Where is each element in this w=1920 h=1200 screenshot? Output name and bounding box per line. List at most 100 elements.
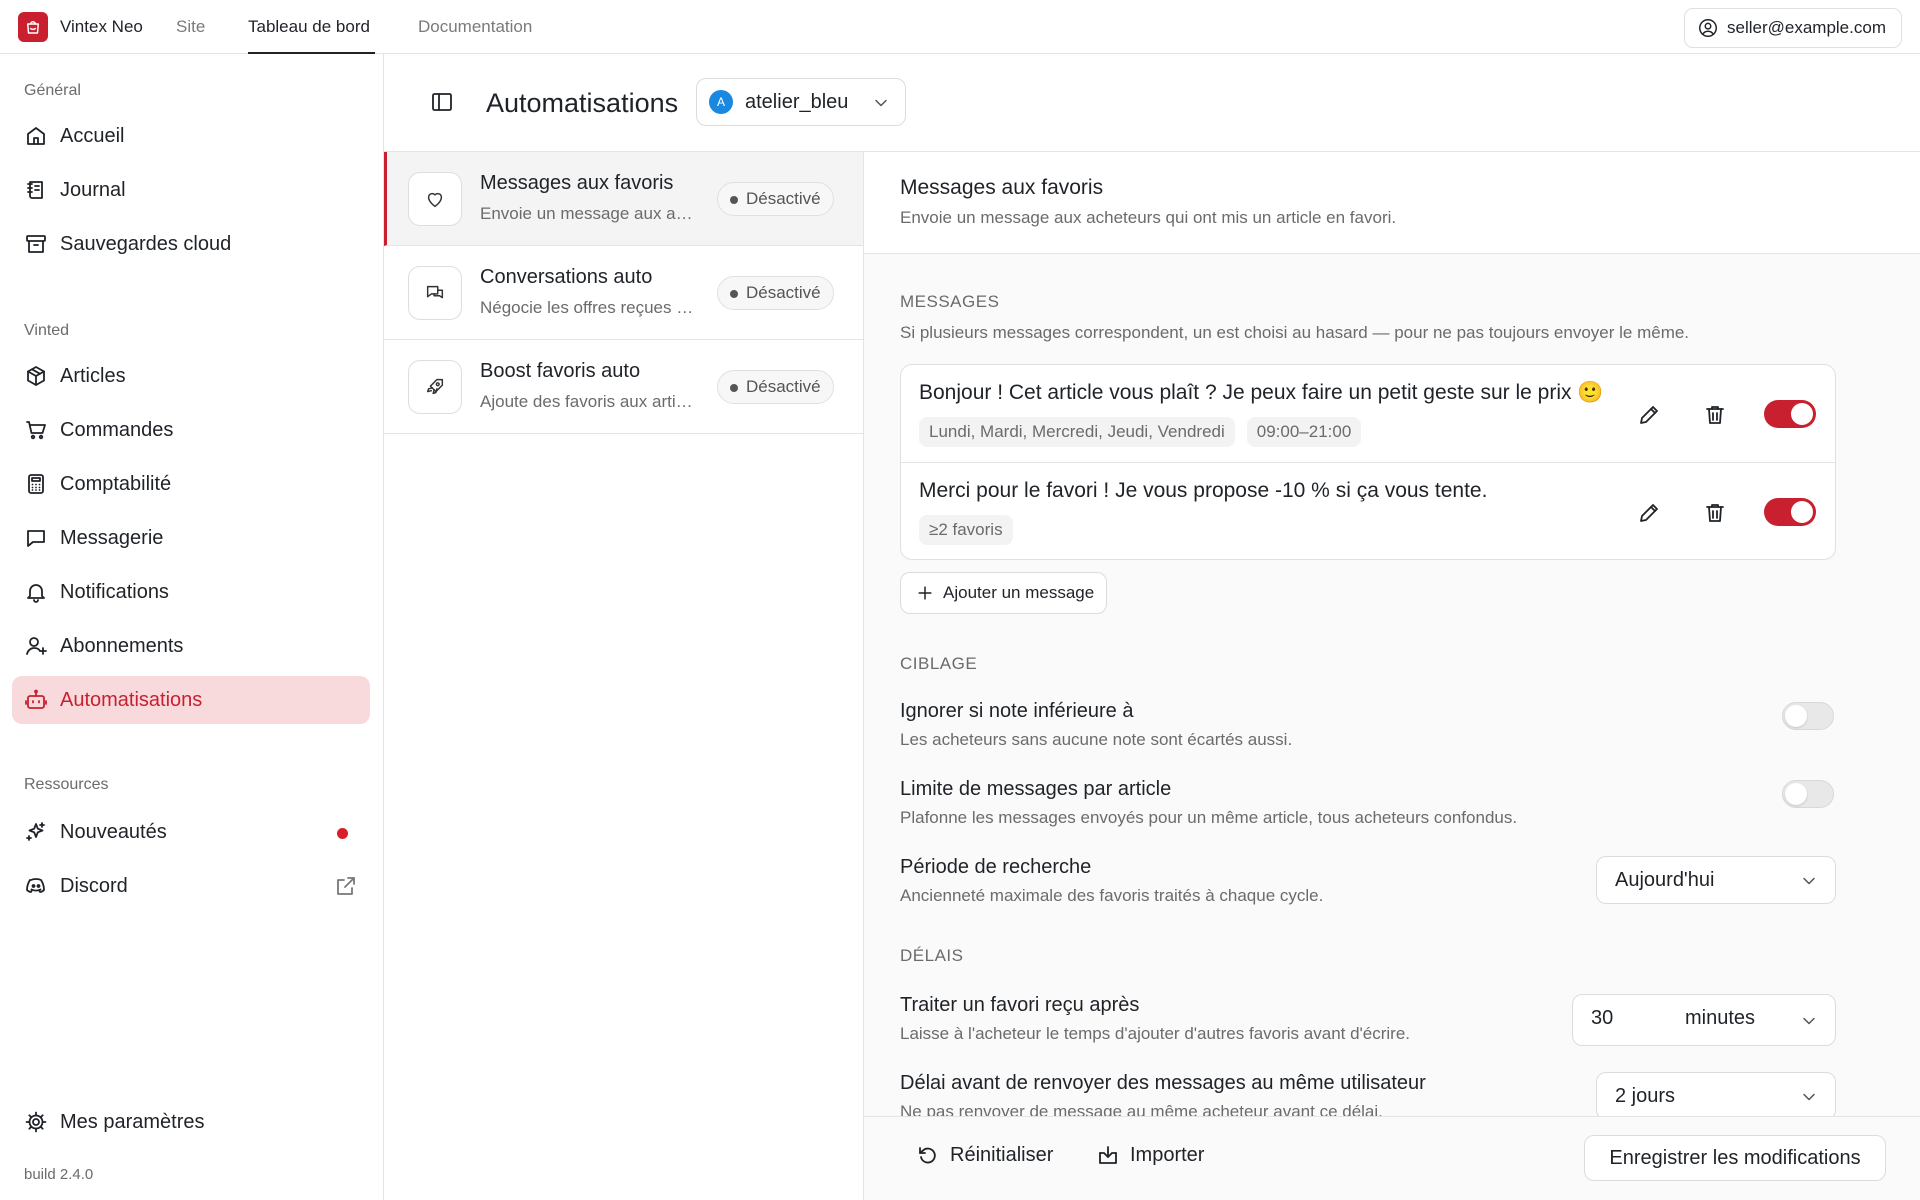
sidebar-item-label: Automatisations: [60, 688, 203, 711]
package-icon: [27, 366, 45, 386]
process-delay-help: Laisse à l'acheteur le temps d'ajouter d…: [900, 1024, 1411, 1043]
resend-delay-select[interactable]: 2 jours: [1596, 1072, 1836, 1116]
account-email: seller@example.com: [1727, 18, 1886, 37]
panel-left-icon: [432, 93, 452, 111]
plus-icon: [918, 586, 932, 600]
brand-name[interactable]: Vintex Neo: [60, 17, 143, 37]
sidebar-item-nouveautes[interactable]: Nouveautés: [12, 808, 370, 856]
home-icon: [27, 127, 45, 145]
edit-message-button[interactable]: [1633, 399, 1665, 431]
message-row: Bonjour ! Cet article vous plaît ? Je pe…: [901, 365, 1835, 462]
search-period-select[interactable]: Aujourd'hui: [1596, 856, 1836, 904]
chevron-down-icon: [1803, 877, 1815, 885]
sidebar-item-label: Abonnements: [60, 634, 184, 657]
resend-delay-help: Ne pas renvoyer de message au même achet…: [900, 1102, 1383, 1116]
heart-icon: [408, 172, 462, 226]
message-limit-toggle[interactable]: [1782, 780, 1834, 808]
sidebar-item-messagerie[interactable]: Messagerie: [12, 514, 370, 562]
nav-documentation[interactable]: Documentation: [418, 17, 532, 37]
message-square-icon: [27, 530, 45, 547]
add-message-button[interactable]: Ajouter un message: [900, 572, 1108, 614]
trash-icon: [1706, 504, 1724, 522]
sidebar-item-label: Comptabilité: [60, 472, 172, 495]
gear-icon: [25, 1111, 47, 1133]
messages-section-help: Si plusieurs messages correspondent, un …: [900, 323, 1690, 342]
message-text: Merci pour le favori ! Je vous propose -…: [919, 479, 1488, 502]
sidebar-item-sauvegardes[interactable]: Sauvegardes cloud: [12, 220, 370, 268]
bell-icon: [27, 584, 45, 603]
search-period-help: Ancienneté maximale des favoris traités …: [900, 886, 1324, 905]
delete-message-button[interactable]: [1699, 399, 1731, 431]
archive-icon: [26, 235, 46, 253]
process-delay-unit[interactable]: minutes: [1685, 1007, 1755, 1030]
account-select[interactable]: A atelier_bleu: [696, 78, 906, 126]
sidebar-item-commandes[interactable]: Commandes: [12, 406, 370, 454]
process-delay-value[interactable]: 30: [1591, 1007, 1613, 1030]
automation-item-boost[interactable]: Boost favoris auto Ajoute des favoris au…: [384, 340, 863, 434]
brand-logo-icon[interactable]: [18, 12, 48, 42]
sidebar-toggle-button[interactable]: [430, 90, 454, 114]
detail-title: Messages aux favoris: [900, 176, 1104, 199]
robot-icon: [25, 689, 47, 709]
discord-icon: [26, 878, 45, 893]
sidebar-item-label: Nouveautés: [60, 820, 167, 843]
condition-chip-hours: 09:00–21:00: [1246, 417, 1362, 447]
delays-section-label: DÉLAIS: [900, 946, 964, 965]
import-button[interactable]: Importer: [1096, 1143, 1204, 1167]
add-message-label: Ajouter un message: [943, 583, 1095, 602]
sidebar-item-label: Accueil: [60, 124, 125, 147]
targeting-section-label: CIBLAGE: [900, 654, 978, 673]
messages-list: Bonjour ! Cet article vous plaît ? Je pe…: [900, 364, 1836, 560]
sidebar-section-general: Général: [24, 82, 81, 99]
journal-icon: [27, 181, 43, 199]
detail-subtitle: Envoie un message aux acheteurs qui ont …: [900, 208, 1397, 227]
page-header: Automatisations A atelier_bleu: [384, 54, 1920, 152]
calculator-icon: [28, 474, 44, 494]
sidebar-item-articles[interactable]: Articles: [12, 352, 370, 400]
account-select-value: atelier_bleu: [745, 90, 849, 113]
account-button[interactable]: seller@example.com: [1684, 8, 1902, 48]
build-version: build 2.4.0: [24, 1166, 94, 1183]
new-indicator-dot: [337, 828, 348, 839]
process-delay-title: Traiter un favori reçu après: [900, 994, 1140, 1016]
sidebar-section-vinted: Vinted: [24, 322, 70, 339]
sidebar-item-label: Discord: [60, 874, 128, 897]
status-badge: Désactivé: [717, 370, 834, 404]
search-period-title: Période de recherche: [900, 856, 1092, 878]
sidebar-item-notifications[interactable]: Notifications: [12, 568, 370, 616]
user-plus-icon: [26, 637, 47, 655]
message-enabled-toggle[interactable]: [1764, 498, 1816, 526]
automation-item-conversations[interactable]: Conversations auto Négocie les offres re…: [384, 246, 863, 340]
chat-icon: [408, 266, 462, 320]
trash-icon: [1706, 406, 1724, 424]
delete-message-button[interactable]: [1699, 497, 1731, 529]
sidebar-item-label: Messagerie: [60, 526, 164, 549]
reset-label: Réinitialiser: [950, 1143, 1054, 1166]
nav-dashboard[interactable]: Tableau de bord: [248, 17, 370, 37]
reset-button[interactable]: Réinitialiser: [916, 1143, 1053, 1167]
message-enabled-toggle[interactable]: [1764, 400, 1816, 428]
sidebar-item-abonnements[interactable]: Abonnements: [12, 622, 370, 670]
detail-header: Messages aux favoris Envoie un message a…: [864, 152, 1920, 254]
external-link-icon: [337, 877, 355, 895]
automation-item-favoris[interactable]: Messages aux favoris Envoie un message a…: [384, 152, 863, 246]
top-bar: Vintex Neo Site Tableau de bord Document…: [0, 0, 1920, 54]
nav-site[interactable]: Site: [176, 17, 205, 37]
sidebar-item-discord[interactable]: Discord: [12, 862, 370, 910]
save-button[interactable]: Enregistrer les modifications: [1584, 1135, 1886, 1181]
sidebar-item-journal[interactable]: Journal: [12, 166, 370, 214]
process-delay-input[interactable]: 30 minutes: [1572, 994, 1836, 1046]
automation-title: Conversations auto: [480, 266, 653, 288]
search-period-value: Aujourd'hui: [1615, 868, 1715, 891]
sidebar-item-settings[interactable]: Mes paramètres: [12, 1098, 370, 1146]
import-label: Importer: [1130, 1143, 1205, 1166]
sidebar-item-accueil[interactable]: Accueil: [12, 112, 370, 160]
page-title: Automatisations: [486, 88, 679, 118]
sidebar-item-automatisations[interactable]: Automatisations: [12, 676, 370, 724]
edit-message-button[interactable]: [1633, 497, 1665, 529]
automation-description: Négocie les offres reçues automatiquemen…: [480, 298, 702, 317]
ignore-rating-toggle[interactable]: [1782, 702, 1834, 730]
sidebar-item-comptabilite[interactable]: Comptabilité: [12, 460, 370, 508]
cart-icon: [26, 421, 46, 440]
sparkles-icon: [26, 822, 45, 841]
